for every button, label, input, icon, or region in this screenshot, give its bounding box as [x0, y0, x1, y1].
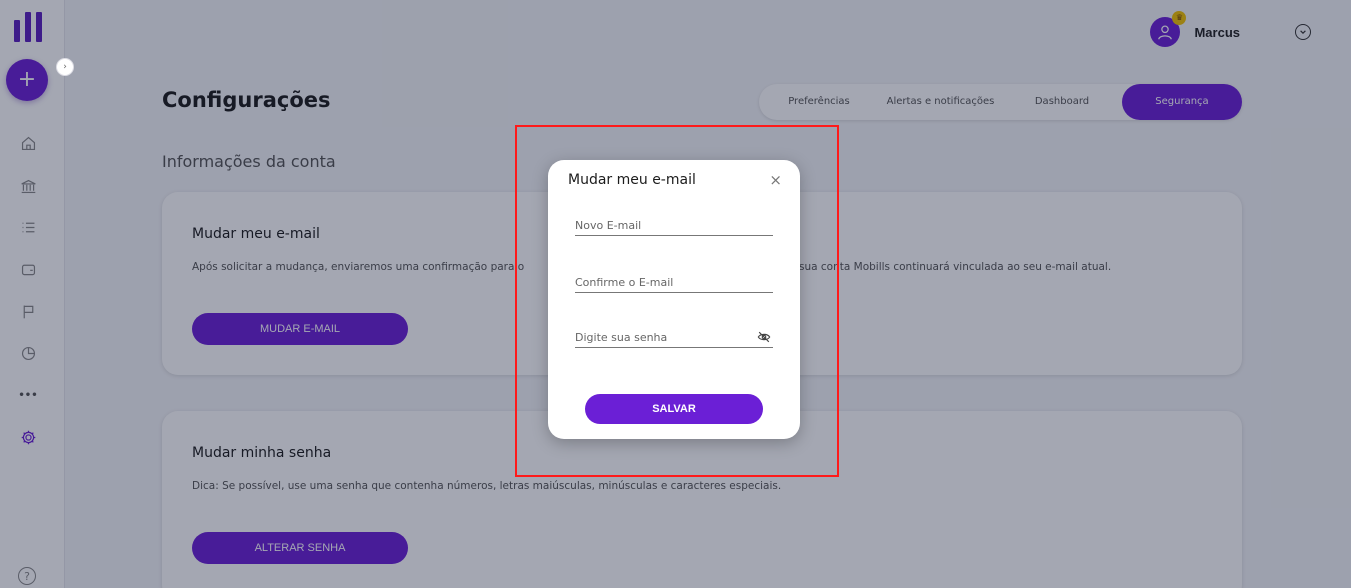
expand-sidebar-button[interactable]: ›: [56, 58, 74, 76]
highlight-box: [515, 125, 839, 477]
